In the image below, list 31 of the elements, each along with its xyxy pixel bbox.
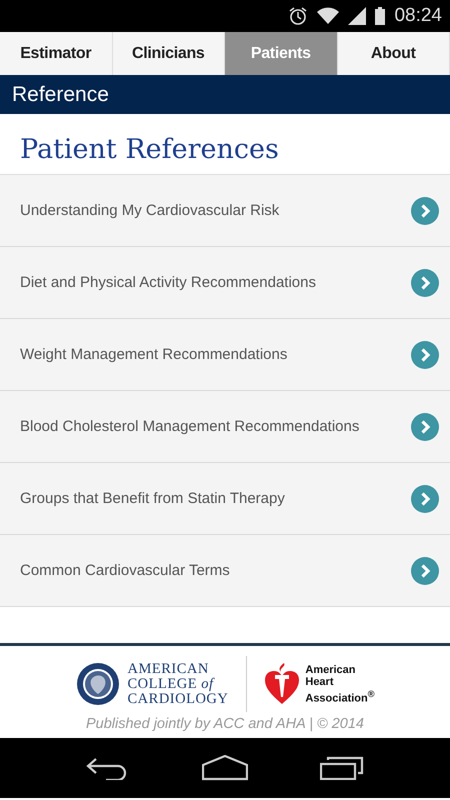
section-header: Reference <box>0 75 450 114</box>
aha-logo-text: American Heart Association$^{®}$ <box>305 664 374 704</box>
home-icon[interactable] <box>202 755 248 781</box>
reference-label: Common Cardiovascular Terms <box>20 562 230 579</box>
chevron-right-icon <box>411 196 439 224</box>
reference-item[interactable]: Weight Management Recommendations <box>0 319 450 391</box>
heart-torch-icon <box>265 663 300 705</box>
chevron-right-icon <box>411 556 439 584</box>
signal-icon <box>348 7 366 25</box>
reference-label: Groups that Benefit from Statin Therapy <box>20 490 285 507</box>
chevron-right-icon <box>411 340 439 368</box>
reference-label: Understanding My Cardiovascular Risk <box>20 202 280 219</box>
reference-label: Diet and Physical Activity Recommendations <box>20 274 316 291</box>
reference-item[interactable]: Groups that Benefit from Statin Therapy <box>0 463 450 535</box>
chevron-right-icon <box>411 268 439 296</box>
reference-label: Blood Cholesterol Management Recommendations <box>20 418 360 435</box>
recent-apps-icon[interactable] <box>320 756 364 780</box>
chevron-right-icon <box>411 412 439 440</box>
alarm-icon <box>288 6 308 26</box>
reference-label: Weight Management Recommendations <box>20 346 288 363</box>
seal-icon <box>76 662 120 706</box>
reference-item[interactable]: Diet and Physical Activity Recommendations <box>0 247 450 319</box>
reference-item[interactable]: Understanding My Cardiovascular Risk <box>0 175 450 247</box>
reference-item[interactable]: Common Cardiovascular Terms <box>0 535 450 607</box>
chevron-right-icon <box>411 484 439 512</box>
credit-text: Published jointly by ACC and AHA | © 2014 <box>84 716 365 732</box>
wifi-icon <box>317 7 340 25</box>
battery-icon <box>375 7 386 25</box>
reference-item[interactable]: Blood Cholesterol Management Recommendations <box>0 391 450 463</box>
clock-time: 08:24 <box>394 5 442 27</box>
acc-logo-text: AMERICAN COLLEGE of CARDIOLOGY <box>128 662 228 706</box>
